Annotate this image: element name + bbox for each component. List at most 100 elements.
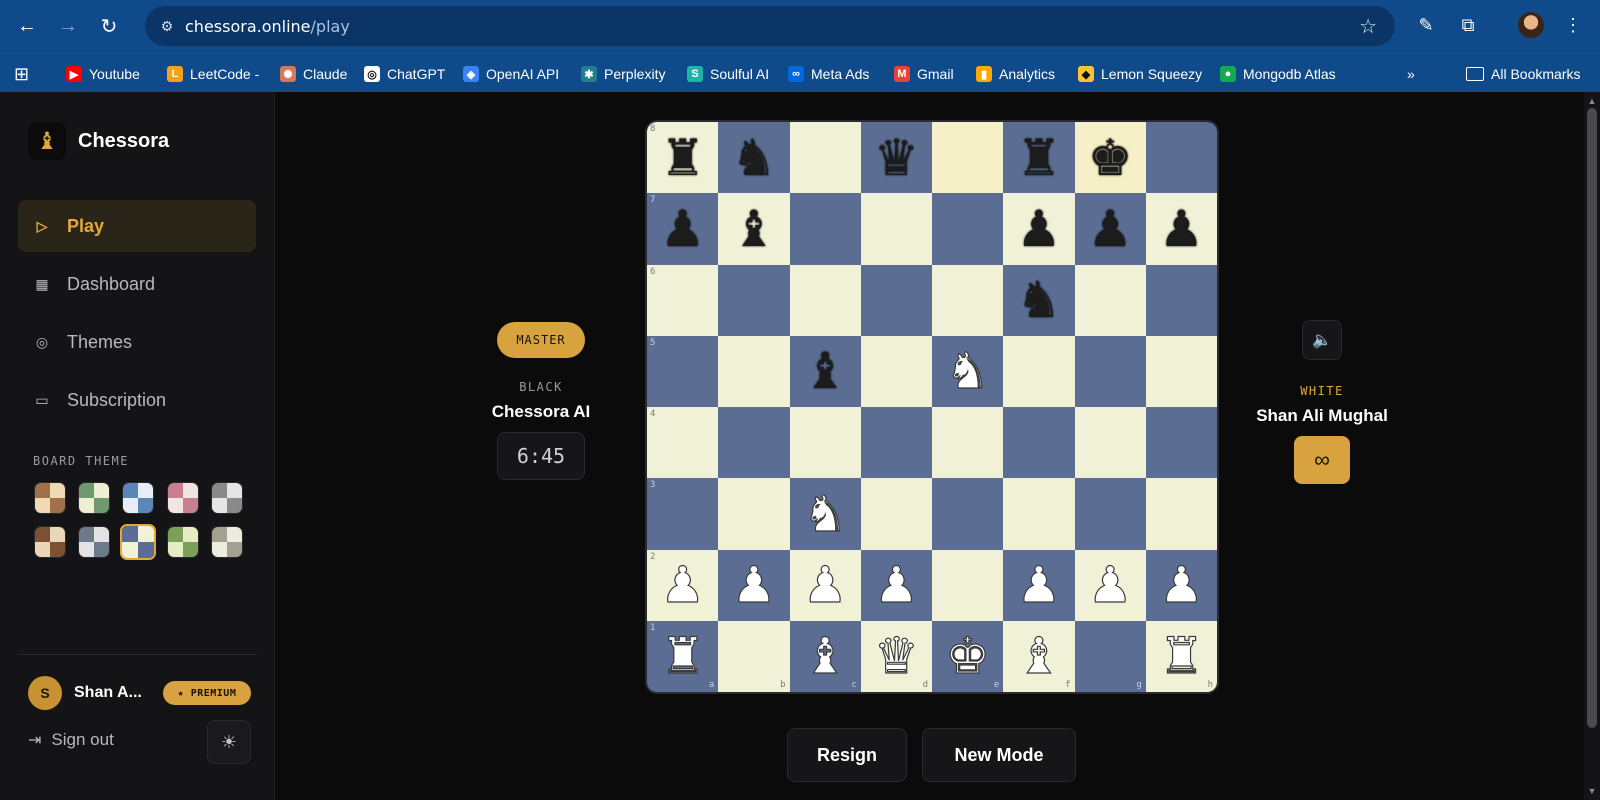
- nav-subscription[interactable]: ▭ Subscription: [18, 374, 256, 426]
- square-c7[interactable]: [789, 193, 861, 265]
- square-f5[interactable]: [1003, 335, 1075, 407]
- bookmark-gmail[interactable]: M Gmail: [894, 63, 954, 85]
- theme-swatch[interactable]: [120, 524, 156, 560]
- white-pawn-icon[interactable]: ♟: [1016, 560, 1062, 611]
- square-b6[interactable]: [718, 264, 790, 336]
- scroll-down-icon[interactable]: ▼: [1587, 786, 1597, 796]
- avatar[interactable]: S: [28, 676, 62, 710]
- bookmark-perplexity[interactable]: ✱ Perplexity: [581, 63, 665, 85]
- theme-toggle-button[interactable]: ☀: [207, 720, 251, 764]
- white-pawn-icon[interactable]: ♟: [731, 560, 777, 611]
- black-pawn-icon[interactable]: ♟: [660, 204, 705, 254]
- square-c3[interactable]: ♞: [789, 478, 861, 550]
- bookmark-chatgpt[interactable]: ◎ ChatGPT: [364, 63, 445, 85]
- black-rook-icon[interactable]: ♜: [1016, 133, 1061, 183]
- square-c2[interactable]: ♟: [789, 549, 861, 621]
- square-g1[interactable]: g: [1074, 620, 1146, 692]
- brand[interactable]: ♝ Chessora: [28, 122, 169, 160]
- reload-icon[interactable]: ↻: [96, 13, 122, 39]
- square-e3[interactable]: [932, 478, 1004, 550]
- white-pawn-icon[interactable]: ♟: [660, 560, 706, 611]
- black-knight-icon[interactable]: ♞: [1016, 275, 1061, 325]
- square-a5[interactable]: 5: [647, 335, 719, 407]
- address-bar[interactable]: ⚙ chessora.online/play ☆: [145, 6, 1395, 46]
- theme-swatch[interactable]: [211, 482, 243, 514]
- bookmark-mongodb-atlas[interactable]: ● Mongodb Atlas: [1220, 63, 1336, 85]
- square-a2[interactable]: 2 ♟: [647, 549, 719, 621]
- square-e1[interactable]: e ♚: [932, 620, 1004, 692]
- black-rook-icon[interactable]: ♜: [660, 133, 705, 183]
- apps-grid-icon[interactable]: ⊞: [14, 63, 29, 85]
- bookmark-analytics[interactable]: ▮ Analytics: [976, 63, 1055, 85]
- square-b2[interactable]: ♟: [718, 549, 790, 621]
- square-d8[interactable]: ♛: [860, 122, 932, 194]
- square-h3[interactable]: [1145, 478, 1217, 550]
- white-rook-icon[interactable]: ♜: [1158, 631, 1204, 682]
- theme-swatch[interactable]: [167, 526, 199, 558]
- black-bishop-icon[interactable]: ♝: [803, 346, 848, 396]
- theme-swatch[interactable]: [122, 482, 154, 514]
- black-knight-icon[interactable]: ♞: [731, 133, 776, 183]
- square-g2[interactable]: ♟: [1074, 549, 1146, 621]
- more-bookmarks-icon[interactable]: »: [1407, 63, 1415, 85]
- square-h6[interactable]: [1145, 264, 1217, 336]
- white-pawn-icon[interactable]: ♟: [1087, 560, 1133, 611]
- square-a6[interactable]: 6: [647, 264, 719, 336]
- square-e8[interactable]: [932, 122, 1004, 194]
- square-g6[interactable]: [1074, 264, 1146, 336]
- all-bookmarks[interactable]: All Bookmarks: [1466, 63, 1580, 85]
- square-c5[interactable]: ♝: [789, 335, 861, 407]
- site-info-icon[interactable]: ⚙: [157, 16, 177, 36]
- square-d7[interactable]: [860, 193, 932, 265]
- square-f8[interactable]: ♜: [1003, 122, 1075, 194]
- square-e6[interactable]: [932, 264, 1004, 336]
- white-knight-icon[interactable]: ♞: [802, 488, 848, 539]
- nav-dashboard[interactable]: ▦ Dashboard: [18, 258, 256, 310]
- square-d3[interactable]: [860, 478, 932, 550]
- white-rook-icon[interactable]: ♜: [660, 631, 706, 682]
- square-e5[interactable]: ♞: [932, 335, 1004, 407]
- square-f2[interactable]: ♟: [1003, 549, 1075, 621]
- white-king-icon[interactable]: ♚: [945, 631, 991, 682]
- square-b3[interactable]: [718, 478, 790, 550]
- square-g4[interactable]: [1074, 407, 1146, 479]
- black-pawn-icon[interactable]: ♟: [1016, 204, 1061, 254]
- square-a3[interactable]: 3: [647, 478, 719, 550]
- theme-swatch[interactable]: [34, 482, 66, 514]
- scroll-up-icon[interactable]: ▲: [1587, 96, 1597, 106]
- square-d5[interactable]: [860, 335, 932, 407]
- square-f4[interactable]: [1003, 407, 1075, 479]
- forward-icon[interactable]: →: [55, 13, 81, 39]
- sound-toggle-button[interactable]: 🔈: [1302, 320, 1342, 360]
- square-g7[interactable]: ♟: [1074, 193, 1146, 265]
- nav-themes[interactable]: ◎ Themes: [18, 316, 256, 368]
- square-f6[interactable]: ♞: [1003, 264, 1075, 336]
- square-d6[interactable]: [860, 264, 932, 336]
- url-text[interactable]: chessora.online/play: [185, 17, 350, 36]
- square-c4[interactable]: [789, 407, 861, 479]
- black-king-icon[interactable]: ♚: [1088, 133, 1133, 183]
- black-queen-icon[interactable]: ♛: [874, 133, 919, 183]
- square-c6[interactable]: [789, 264, 861, 336]
- square-f7[interactable]: ♟: [1003, 193, 1075, 265]
- square-g3[interactable]: [1074, 478, 1146, 550]
- profile-avatar[interactable]: [1518, 12, 1544, 38]
- square-a7[interactable]: 7 ♟: [647, 193, 719, 265]
- square-a1[interactable]: 1 a ♜: [647, 620, 719, 692]
- theme-swatch[interactable]: [167, 482, 199, 514]
- theme-swatch[interactable]: [78, 482, 110, 514]
- bookmark-soulful-ai[interactable]: S Soulful AI: [687, 63, 769, 85]
- white-pawn-icon[interactable]: ♟: [1158, 560, 1204, 611]
- square-b5[interactable]: [718, 335, 790, 407]
- theme-swatch[interactable]: [34, 526, 66, 558]
- square-b1[interactable]: b: [718, 620, 790, 692]
- bookmark-meta-ads[interactable]: ∞ Meta Ads: [788, 63, 869, 85]
- square-b8[interactable]: ♞: [718, 122, 790, 194]
- page-scrollbar[interactable]: ▲ ▼: [1584, 92, 1600, 800]
- white-bishop-icon[interactable]: ♝: [802, 631, 848, 682]
- bookmark-lemon-squeezy[interactable]: ◆ Lemon Squeezy: [1078, 63, 1202, 85]
- square-c8[interactable]: [789, 122, 861, 194]
- extensions-icon[interactable]: ⧉: [1455, 12, 1481, 38]
- eyedropper-icon[interactable]: ✎: [1413, 12, 1439, 38]
- back-icon[interactable]: ←: [14, 13, 40, 39]
